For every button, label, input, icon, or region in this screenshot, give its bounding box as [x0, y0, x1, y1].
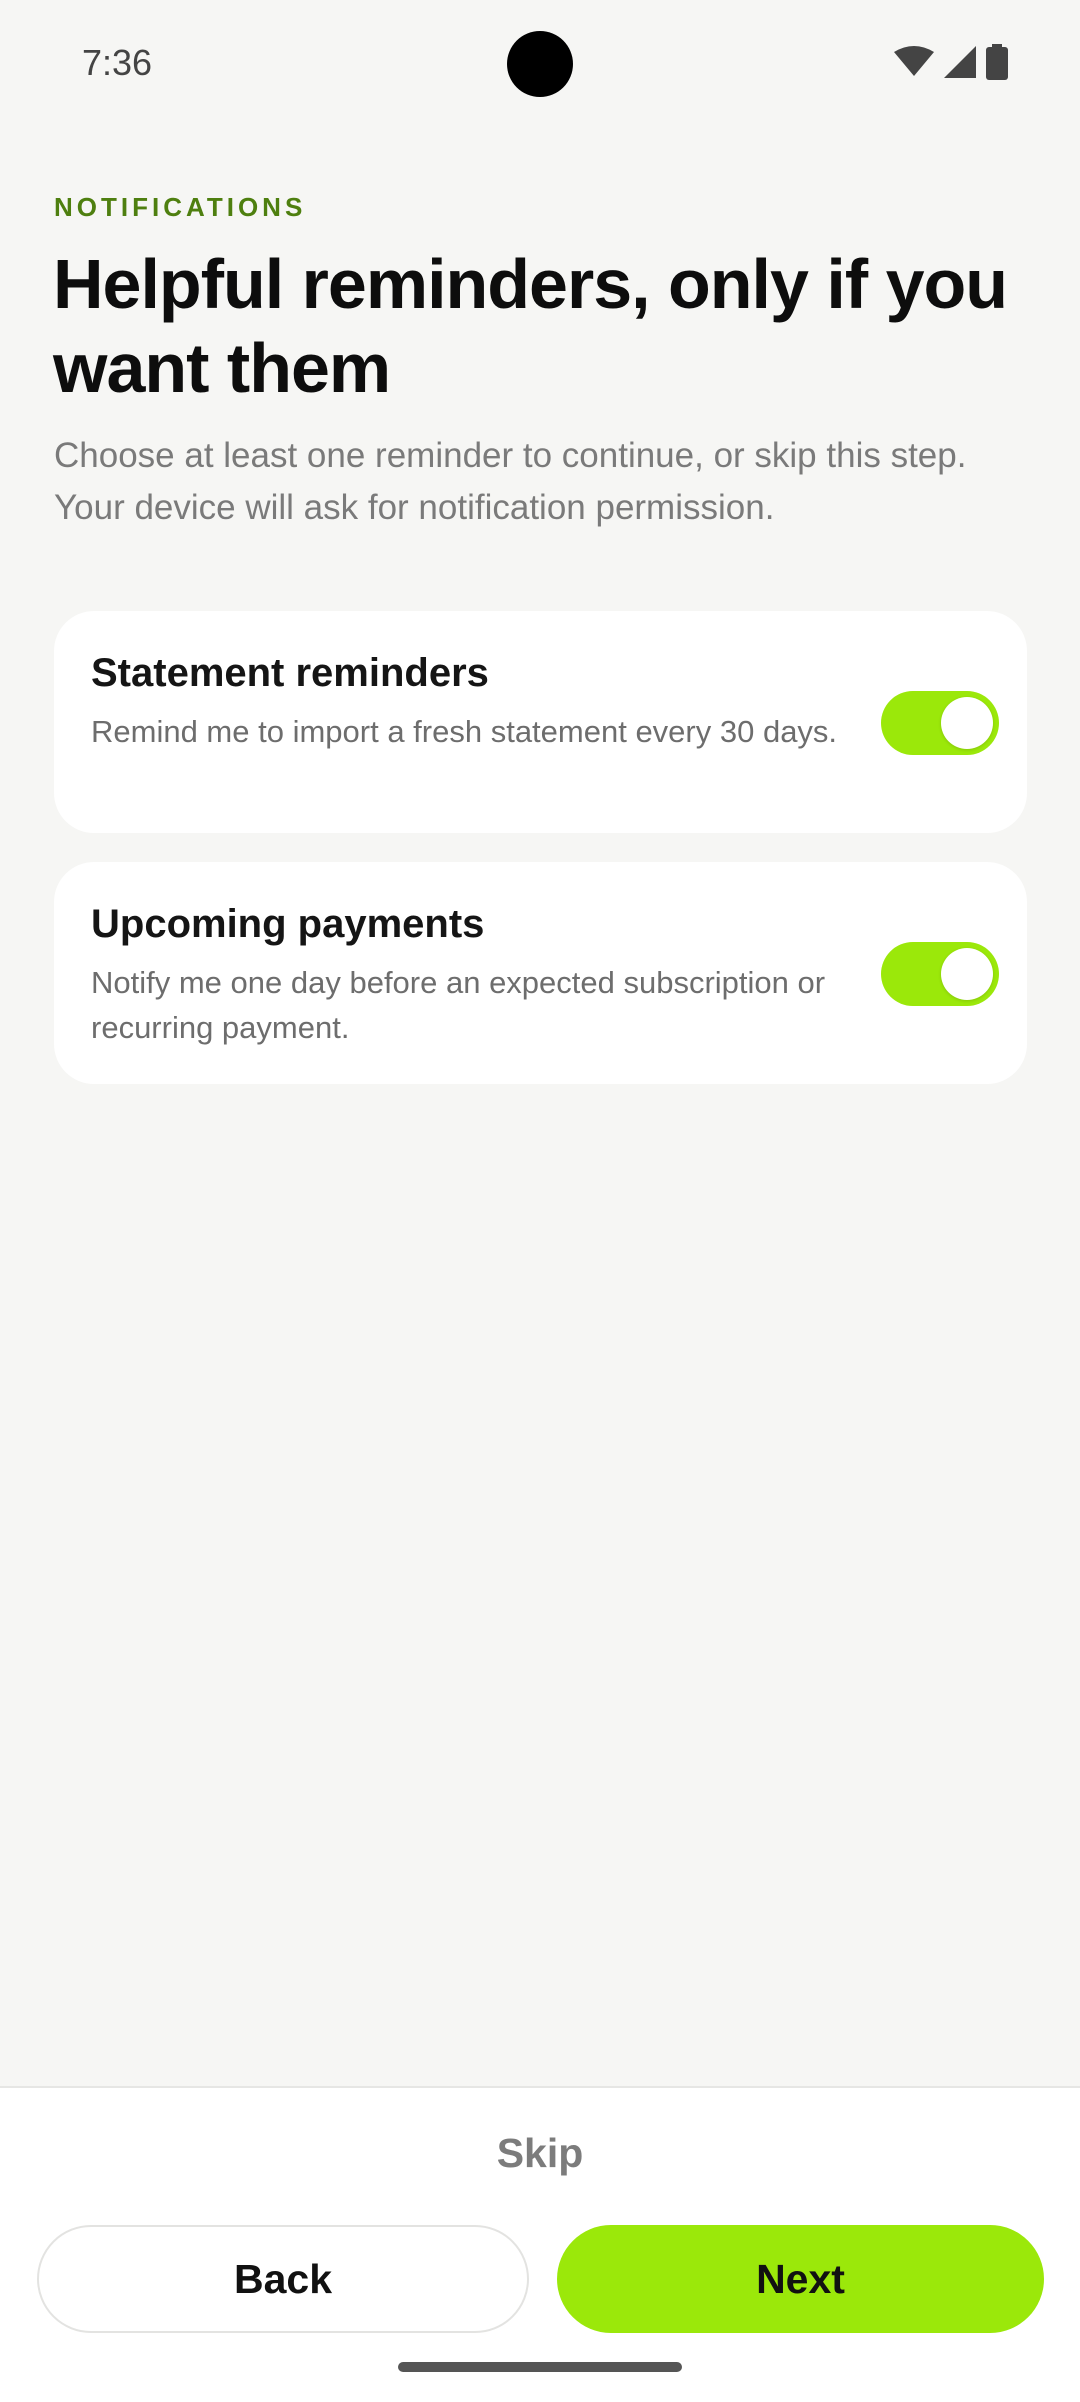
upcoming-payments-description: Notify me one day before an expected sub… [91, 965, 826, 1045]
statement-reminders-toggle[interactable] [881, 691, 999, 755]
statement-reminders-card[interactable]: Statement reminders Remind me to import … [54, 611, 1027, 833]
page-title: Helpful reminders, only if you want them [53, 245, 1008, 407]
back-button[interactable]: Back [37, 2225, 529, 2333]
status-time: 7:36 [82, 42, 153, 83]
battery-icon [986, 44, 1008, 80]
section-eyebrow: NOTIFICATIONS [54, 192, 307, 222]
signal-icon [944, 46, 976, 78]
home-indicator[interactable] [398, 2362, 682, 2372]
camera-cutout [507, 31, 573, 97]
wifi-icon [894, 46, 934, 78]
upcoming-payments-toggle[interactable] [881, 942, 999, 1006]
page-subtitle: Choose at least one reminder to continue… [54, 436, 967, 527]
toggle-knob [941, 948, 993, 1000]
statement-reminders-title: Statement reminders [91, 651, 489, 695]
upcoming-payments-title: Upcoming payments [91, 902, 485, 946]
status-bar: 7:36 [0, 0, 1080, 128]
statement-reminders-description: Remind me to import a fresh statement ev… [91, 714, 838, 749]
status-icons [894, 44, 1008, 80]
upcoming-payments-card[interactable]: Upcoming payments Notify me one day befo… [54, 862, 1027, 1084]
next-button[interactable]: Next [557, 2225, 1044, 2333]
skip-button[interactable]: Skip [0, 2130, 1080, 2177]
toggle-knob [941, 697, 993, 749]
